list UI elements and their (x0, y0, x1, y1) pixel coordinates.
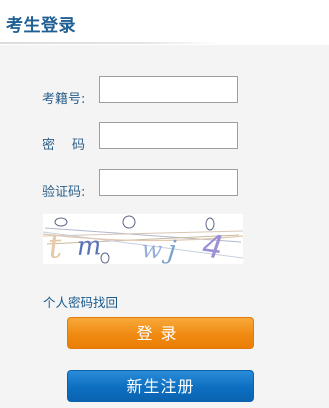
captcha-image[interactable]: tmwj4 (43, 214, 243, 264)
captcha-label: 验证码: (42, 185, 86, 200)
exam-id-label: 考籍号: (42, 92, 86, 107)
captcha-char: w (141, 235, 164, 264)
exam-id-input[interactable] (99, 76, 238, 103)
title-divider (0, 42, 220, 44)
password-input[interactable] (99, 122, 238, 149)
login-panel: 考生登录 考籍号: 密码: 验证码: tmwj4 个人密码找回 登录 新生注册 (0, 0, 329, 408)
captcha-input[interactable] (99, 169, 238, 196)
captcha-char: m (76, 231, 102, 262)
page-title: 考生登录 (6, 16, 76, 36)
login-button[interactable]: 登录 (67, 317, 254, 349)
panel-header: 考生登录 (0, 0, 329, 45)
forgot-password-link[interactable]: 个人密码找回 (43, 292, 118, 311)
register-button[interactable]: 新生注册 (67, 370, 254, 402)
